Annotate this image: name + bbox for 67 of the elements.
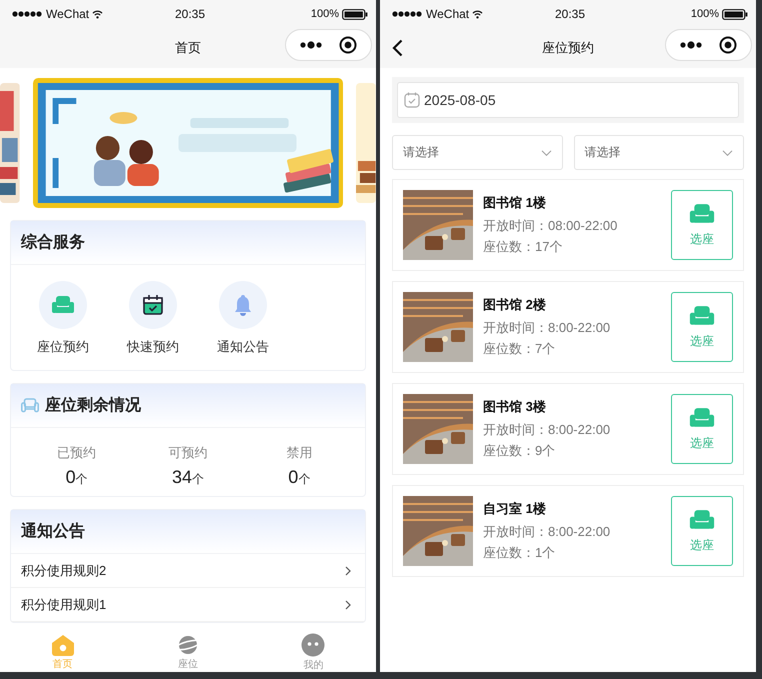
seat-count: 座位数：7个 xyxy=(483,340,556,358)
stat-label: 禁用 xyxy=(286,444,312,462)
bell-icon xyxy=(233,294,253,316)
stat-unit: 个 xyxy=(298,471,310,488)
armchair-icon xyxy=(52,295,74,315)
battery-icon xyxy=(722,8,748,20)
calendar-icon xyxy=(404,92,420,108)
armchair-icon xyxy=(21,398,39,413)
wifi-icon xyxy=(472,10,484,18)
section-title: 综合服务 xyxy=(21,232,85,253)
service-shortcut[interactable]: 快速预约 xyxy=(113,281,193,356)
dropdown-field[interactable]: 请选择 xyxy=(574,135,744,170)
battery-icon xyxy=(342,8,368,20)
capsule-menu[interactable] xyxy=(665,29,752,61)
date-field[interactable]: 2025-08-05 xyxy=(397,82,739,118)
battery-percent: 100% xyxy=(690,8,719,20)
armchair-icon xyxy=(689,202,715,224)
close-target-icon[interactable] xyxy=(718,36,737,54)
room-name: 图书馆 1楼 xyxy=(483,194,547,212)
more-icon[interactable] xyxy=(680,41,702,49)
service-shortcut[interactable]: 通知公告 xyxy=(203,281,283,356)
close-target-icon[interactable] xyxy=(338,36,357,54)
opening-hours: 开放时间：08:00-22:00 xyxy=(483,217,618,235)
room-name: 图书馆 3楼 xyxy=(483,398,547,416)
service-shortcut[interactable]: 座位预约 xyxy=(23,281,103,356)
armchair-icon xyxy=(689,406,715,428)
seat-count: 座位数：1个 xyxy=(483,544,556,562)
chevron-down-icon xyxy=(540,150,552,156)
opening-hours: 开放时间：8:00-22:00 xyxy=(483,523,612,541)
status-time: 20:35 xyxy=(174,7,206,21)
stat-unit: 个 xyxy=(192,471,204,488)
notice-item[interactable]: 积分使用规则1 xyxy=(11,588,365,622)
opening-hours: 开放时间：8:00-22:00 xyxy=(483,319,612,337)
seat-count: 座位数：17个 xyxy=(483,238,564,256)
more-icon[interactable] xyxy=(300,41,322,49)
carrier-name: WeChat xyxy=(426,7,470,21)
armchair-icon xyxy=(689,304,715,326)
carrier-name: WeChat xyxy=(46,7,90,21)
room-name: 自习室 1楼 xyxy=(483,500,547,518)
seat-count: 座位数：9个 xyxy=(483,442,556,460)
opening-hours: 开放时间：8:00-22:00 xyxy=(483,421,612,439)
stat-value: 0 xyxy=(288,467,298,488)
stat-label: 可预约 xyxy=(168,444,208,462)
wifi-icon xyxy=(92,10,104,18)
stat-label: 已预约 xyxy=(57,444,96,462)
status-time: 20:35 xyxy=(554,7,586,21)
dropdown-field[interactable]: 请选择 xyxy=(392,135,562,170)
chevron-down-icon xyxy=(722,150,733,156)
page-title: 首页 xyxy=(175,39,201,57)
chevron-right-icon xyxy=(345,566,351,576)
notice-item[interactable]: 积分使用规则2 xyxy=(11,554,365,588)
section-title: 座位剩余情况 xyxy=(45,395,141,416)
page-title: 座位预约 xyxy=(542,39,594,57)
signal-icon xyxy=(12,11,43,17)
signal-icon xyxy=(392,11,423,17)
calendar-icon xyxy=(142,294,164,316)
stat-unit: 个 xyxy=(76,471,88,488)
capsule-menu[interactable] xyxy=(285,29,372,61)
battery-percent: 100% xyxy=(310,8,339,20)
stat-value: 0 xyxy=(66,467,76,488)
back-icon[interactable] xyxy=(392,39,403,57)
room-name: 图书馆 2楼 xyxy=(483,296,547,314)
armchair-icon xyxy=(689,508,715,530)
chevron-right-icon xyxy=(345,600,351,610)
section-title: 通知公告 xyxy=(21,521,85,542)
tab-item[interactable]: 座位 xyxy=(142,632,233,672)
stat-value: 34 xyxy=(172,467,192,488)
